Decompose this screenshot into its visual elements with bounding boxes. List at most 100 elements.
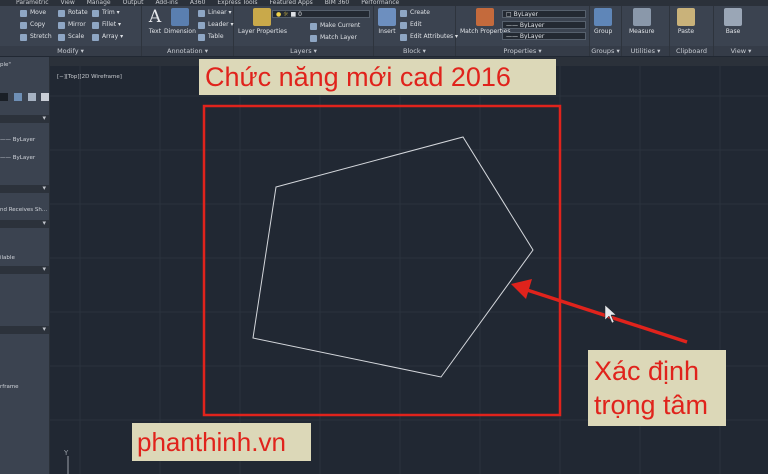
make-current-icon <box>310 22 317 30</box>
base-button[interactable]: Base <box>724 8 742 35</box>
modify-panel-label[interactable]: Modify ▾ <box>0 46 141 56</box>
palette-section-3d[interactable] <box>0 184 49 193</box>
base-view-icon <box>724 8 742 26</box>
move-button[interactable]: Move <box>20 9 46 17</box>
scale-icon <box>58 33 65 41</box>
edit-block-button[interactable]: Edit <box>400 21 422 29</box>
match-properties-icon <box>476 8 495 26</box>
create-block-icon <box>400 9 407 17</box>
select-objects-icon[interactable] <box>27 93 36 101</box>
properties-panel: Match Properties □ ByLayer —— ByLayer ——… <box>456 6 590 56</box>
stretch-icon <box>20 33 27 41</box>
trim-button[interactable]: Trim ▾ <box>92 9 120 17</box>
palette-shadows-row[interactable]: nd Receives Sh... <box>0 207 49 213</box>
utilities-panel-label[interactable]: Utilities ▾ <box>622 46 669 56</box>
sun-icon: ☼ <box>283 11 289 18</box>
clipboard-panel-label[interactable]: Clipboard <box>670 46 713 56</box>
pentagon-shape[interactable] <box>252 136 534 378</box>
edit-attributes-button[interactable]: Edit Attributes ▾ <box>400 33 458 41</box>
color-swatch-icon: □ <box>506 11 512 18</box>
annotation-panel: A Text Dimension Linear ▾ Leader ▾ Table… <box>142 6 234 56</box>
text-a-icon: A <box>148 7 162 27</box>
view-panel-label[interactable]: View ▾ <box>714 46 768 56</box>
make-current-button[interactable]: Make Current <box>310 22 360 30</box>
annotation-panel-label[interactable]: Annotation ▾ <box>142 46 233 56</box>
lineweight-sample-icon: —— <box>506 33 518 40</box>
mirror-icon <box>58 21 65 29</box>
dimension-icon <box>170 8 189 26</box>
trim-icon <box>92 9 99 17</box>
group-icon <box>594 8 613 26</box>
text-button[interactable]: A Text <box>146 8 164 35</box>
table-icon <box>198 33 205 41</box>
rotate-button[interactable]: Rotate <box>58 9 88 17</box>
paste-button[interactable]: Paste <box>677 8 695 35</box>
palette-section-view[interactable] <box>0 265 49 274</box>
array-icon <box>92 33 99 41</box>
site-watermark: phanthinh.vn <box>132 423 311 461</box>
groups-panel: Group Groups ▾ <box>590 6 622 56</box>
modify-panel: Move Rotate Trim ▾ Copy Mirror Fillet ▾ … <box>0 6 142 56</box>
palette-section-geometry[interactable] <box>0 219 49 228</box>
palette-tab-label[interactable]: ple" <box>0 62 49 68</box>
block-panel-label[interactable]: Block ▾ <box>374 46 455 56</box>
lightbulb-icon: ● <box>276 11 282 18</box>
leader-button[interactable]: Leader ▾ <box>198 21 234 29</box>
layer-color-icon: ■ <box>290 11 297 18</box>
fillet-button[interactable]: Fillet ▾ <box>92 21 121 29</box>
insert-button[interactable]: Insert <box>378 8 396 35</box>
quick-select-icon[interactable] <box>13 93 22 101</box>
measure-button[interactable]: Measure <box>629 8 655 35</box>
palette-visual-style-row: rframe <box>0 384 19 390</box>
table-button[interactable]: Table <box>198 33 224 41</box>
insert-block-icon <box>378 8 396 26</box>
palette-section-general[interactable] <box>0 114 49 123</box>
title-caption: Chức năng mới cad 2016 <box>199 59 556 95</box>
annotation-arrow <box>511 279 688 344</box>
linetype-sample-icon: —— <box>506 22 518 29</box>
note-line-1: Xác định <box>594 356 700 386</box>
viewport-controls[interactable]: [−][Top][2D Wireframe] <box>57 74 122 80</box>
layer-properties-icon <box>253 8 272 26</box>
linear-button[interactable]: Linear ▾ <box>198 9 232 17</box>
copy-button[interactable]: Copy <box>20 21 45 29</box>
create-block-button[interactable]: Create <box>400 9 430 17</box>
lineweight-dropdown[interactable]: —— ByLayer <box>502 32 586 40</box>
mirror-button[interactable]: Mirror <box>58 21 86 29</box>
selection-icon[interactable] <box>0 93 8 101</box>
palette-toolbar <box>0 93 49 103</box>
palette-available-row: ilable <box>0 255 15 261</box>
measure-ruler-icon <box>632 8 651 26</box>
scale-button[interactable]: Scale <box>58 33 84 41</box>
array-button[interactable]: Array ▾ <box>92 33 123 41</box>
edit-attributes-icon <box>400 33 407 41</box>
utilities-panel: Measure Utilities ▾ <box>622 6 670 56</box>
linetype-dropdown[interactable]: —— ByLayer <box>502 21 586 29</box>
ribbon: Move Rotate Trim ▾ Copy Mirror Fillet ▾ … <box>0 6 768 56</box>
properties-palette: ple" —— ByLayer —— ByLayer nd Receives S… <box>0 57 50 474</box>
note-line-2: trọng tâm <box>594 390 709 420</box>
layer-dropdown[interactable]: ● ☼ ■ 0 <box>272 10 370 18</box>
color-dropdown[interactable]: □ ByLayer <box>502 10 586 18</box>
match-layer-icon <box>310 34 317 42</box>
layers-panel-label[interactable]: Layers ▾ <box>234 46 373 56</box>
palette-section-misc[interactable] <box>0 325 49 334</box>
move-icon <box>20 9 27 17</box>
edit-block-icon <box>400 21 407 29</box>
palette-linetype-row[interactable]: —— ByLayer <box>0 137 49 143</box>
ucs-y-label: Y <box>63 449 69 457</box>
match-layer-button[interactable]: Match Layer <box>310 34 357 42</box>
centroid-note: Xác định trọng tâm <box>588 350 726 426</box>
paste-clipboard-icon <box>677 8 695 26</box>
copy-icon <box>20 21 27 29</box>
lineweight-line-icon: —— <box>0 155 11 161</box>
dimension-button[interactable]: Dimension <box>164 8 196 35</box>
group-button[interactable]: Group <box>594 8 612 35</box>
view-panel: Base View ▾ <box>714 6 768 56</box>
stretch-button[interactable]: Stretch <box>20 33 52 41</box>
pickadd-icon[interactable] <box>41 93 49 101</box>
palette-lineweight-row[interactable]: —— ByLayer <box>0 155 49 161</box>
groups-panel-label[interactable]: Groups ▾ <box>590 46 621 56</box>
properties-panel-label[interactable]: Properties ▾ <box>456 46 589 56</box>
clipboard-panel: Paste Clipboard <box>670 6 714 56</box>
